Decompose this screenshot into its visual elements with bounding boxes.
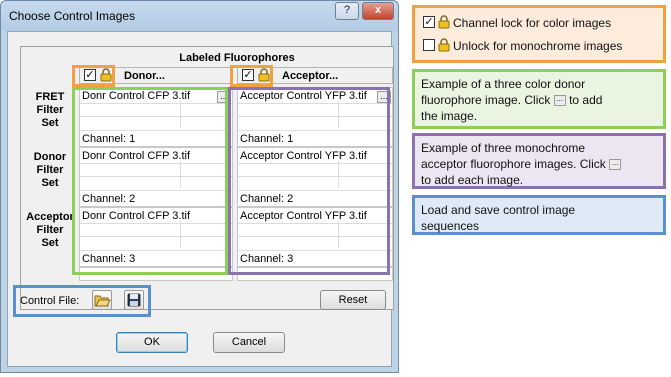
row-header-line: Filter — [36, 104, 64, 116]
lock-legend-note: ✓ Channel lock for color images Unlock f… — [412, 5, 666, 63]
lock-icon — [438, 38, 450, 52]
unlock-legend-text: Unlock for monochrome images — [453, 39, 623, 53]
row-header-line: Filter — [36, 224, 64, 236]
control-file-note: Load and save control image sequences — [412, 195, 666, 235]
donor-example-note: Example of a three color donor fluoropho… — [412, 69, 666, 129]
window-title: Choose Control Images — [9, 9, 136, 23]
note-line: acceptor fluorophore images. Click ... — [421, 156, 657, 172]
note-line: Load and save control image — [421, 203, 576, 217]
row-header-line: Filter — [36, 164, 64, 176]
row-header-line: Set — [41, 177, 59, 189]
note-line: Example of three monochrome — [421, 141, 586, 155]
reset-button[interactable]: Reset — [320, 290, 386, 310]
labeled-fluorophores-header: Labeled Fluorophores — [179, 52, 295, 64]
row-header-line: Set — [41, 117, 59, 129]
note-line: the image. — [421, 109, 478, 123]
unchecked-checkbox-icon — [423, 39, 435, 51]
note-line: fluorophore image. Click ... to add — [421, 92, 657, 108]
row-header-line: Donor — [33, 151, 67, 163]
acceptor-example-note: Example of three monochrome acceptor flu… — [412, 133, 666, 189]
note-text: acceptor fluorophore images. Click — [421, 157, 606, 171]
note-line: to add each image. — [421, 173, 524, 187]
note-text: fluorophore image. Click — [421, 93, 551, 107]
row-header-line: Acceptor — [26, 211, 74, 223]
note-line: sequences — [421, 219, 480, 233]
checked-checkbox-icon: ✓ — [423, 16, 435, 28]
donor-column-label[interactable]: Donor... — [124, 70, 165, 82]
lock-legend-text: Channel lock for color images — [453, 16, 612, 30]
title-bar: Choose Control Images ? x — [1, 1, 398, 31]
donor-example-highlight — [72, 87, 228, 275]
help-button[interactable]: ? — [335, 2, 359, 20]
lock-highlight-acceptor — [230, 65, 273, 87]
row-header-acceptor-filter-set: Acceptor Filter Set — [23, 211, 77, 250]
ok-button[interactable]: OK — [116, 332, 188, 353]
row-header-line: FRET — [35, 91, 65, 103]
close-button[interactable]: x — [362, 2, 394, 20]
ellipsis-button-icon: ... — [609, 159, 622, 171]
row-header-fret-filter-set: FRET Filter Set — [23, 91, 77, 130]
row-header-donor-filter-set: Donor Filter Set — [23, 151, 77, 190]
acceptor-column-label[interactable]: Acceptor... — [282, 70, 338, 82]
acceptor-example-highlight — [228, 87, 390, 275]
control-file-highlight — [13, 285, 151, 317]
note-text: to add — [569, 93, 603, 107]
cancel-button[interactable]: Cancel — [213, 332, 285, 353]
note-line: Example of a three color donor — [421, 77, 586, 91]
row-header-line: Set — [41, 237, 59, 249]
ellipsis-button-icon: ... — [553, 95, 566, 107]
lock-highlight-donor — [72, 65, 115, 87]
lock-icon — [438, 15, 450, 29]
